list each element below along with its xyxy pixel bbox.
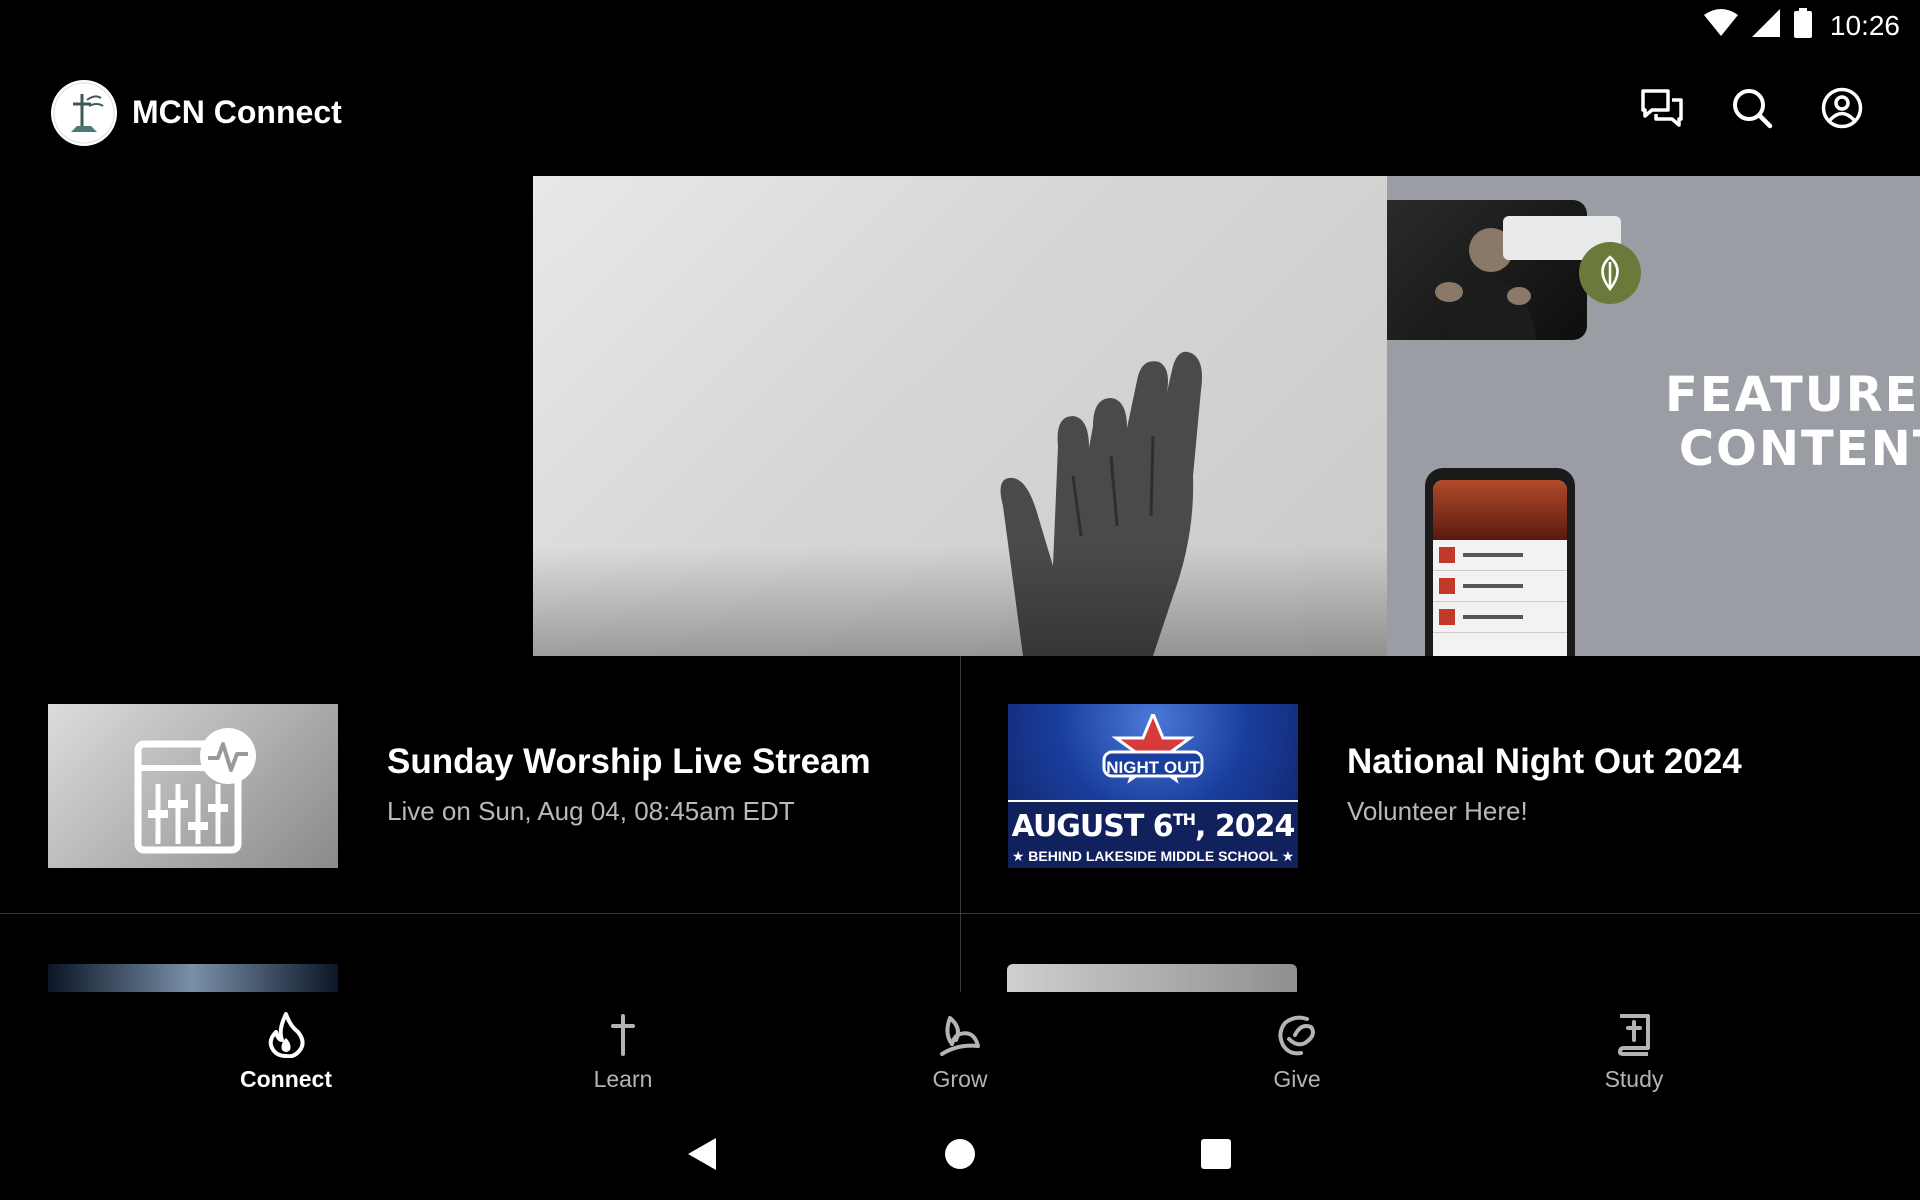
card-thumbnail [48,704,338,868]
card-title: Sunday Worship Live Stream [387,742,871,781]
phone-screen [1433,480,1567,656]
search-button[interactable] [1730,86,1774,130]
nav-give[interactable]: Give [1129,992,1466,1102]
slide-shade [533,546,1387,656]
wifi-icon [1703,9,1738,42]
app-title: MCN Connect [132,94,342,130]
nav-connect-label: Connect [240,1066,332,1092]
row-divider [0,913,1920,914]
battery-icon [1793,8,1812,43]
app-logo[interactable] [51,80,117,146]
card-peek-left[interactable] [48,964,338,992]
content-grid: Sunday Worship Live Stream Live on Sun, … [0,656,1920,992]
flame-icon [261,1010,311,1060]
nav-learn-label: Learn [593,1066,653,1092]
carousel-slide-hand[interactable] [533,176,1387,656]
phone-row [1433,571,1567,602]
night-location: ★ BEHIND LAKESIDE MIDDLE SCHOOL ★ [1011,848,1295,864]
phone-row [1433,602,1567,633]
card-national-night-out[interactable]: NIGHT OUT AUGUST 6TH, 2024 ★ BEHIND LAKE… [960,704,1920,868]
system-recents-button[interactable] [1196,1134,1236,1174]
live-stream-mixer-icon [134,728,256,854]
sprout-icon [935,1010,985,1060]
system-back-button[interactable] [682,1134,722,1174]
home-icon [945,1139,975,1169]
account-icon [1821,87,1863,129]
search-icon [1733,89,1773,129]
card-thumbnail: NIGHT OUT AUGUST 6TH, 2024 ★ BEHIND LAKE… [1008,704,1298,868]
hero-carousel[interactable]: FEATURED CONTENT [0,176,1920,656]
nav-grow[interactable]: Grow [792,992,1129,1102]
account-button[interactable] [1820,86,1864,130]
leaf-badge-icon [1579,242,1641,304]
featured-content-text: FEATURED CONTENT [1665,368,1920,476]
featured-line-2: CONTENT [1678,421,1920,477]
app-bar: MCN Connect [0,56,1920,168]
cell-signal-icon [1751,9,1780,42]
chat-button[interactable] [1640,86,1684,130]
app-bar-actions [1640,86,1864,130]
give-icon [1272,1010,1322,1060]
bible-icon [1609,1010,1659,1060]
carousel-slide-featured[interactable]: FEATURED CONTENT [1387,176,1920,656]
night-date: AUGUST 6TH, 2024 [1011,809,1296,844]
card-subtitle: Live on Sun, Aug 04, 08:45am EDT [387,796,795,826]
back-icon [688,1138,716,1170]
phone-mockup [1425,468,1575,656]
nav-study[interactable]: Study [1466,992,1803,1102]
status-icons: 10:26 [1703,8,1900,43]
featured-line-1: FEATURED [1665,367,1920,423]
nav-learn[interactable]: Learn [455,992,792,1102]
night-out-badge [1102,714,1204,784]
phone-row [1433,540,1567,571]
cross-icon [598,1010,648,1060]
nav-give-label: Give [1273,1066,1321,1092]
nav-connect[interactable]: Connect [118,992,455,1102]
chat-icon [1641,89,1683,127]
recents-icon [1201,1139,1231,1169]
nav-grow-label: Grow [932,1066,988,1092]
phone-banner [1433,480,1567,540]
card-peek-right[interactable] [1007,964,1297,992]
system-home-button[interactable] [940,1134,980,1174]
status-bar: 10:26 [0,0,1920,50]
nav-study-label: Study [1604,1066,1664,1092]
card-title: National Night Out 2024 [1347,742,1742,781]
card-subtitle: Volunteer Here! [1347,796,1528,826]
system-navigation-bar [0,1110,1920,1200]
card-sunday-worship[interactable]: Sunday Worship Live Stream Live on Sun, … [0,704,960,868]
bottom-navigation: Connect Learn Grow Give Study [0,992,1920,1102]
status-time: 10:26 [1829,9,1900,41]
